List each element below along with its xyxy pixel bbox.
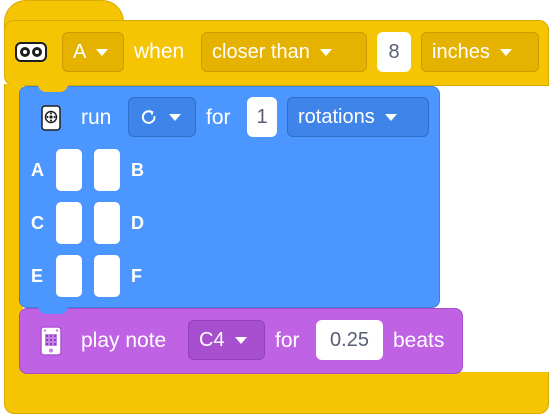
sound-block-notch	[38, 306, 68, 314]
port-slot-e[interactable]	[56, 255, 82, 297]
condition-value: closer than	[212, 40, 310, 63]
port-label-e: E	[31, 266, 44, 286]
distance-unit-value: inches	[432, 40, 490, 63]
chevron-down-icon	[96, 48, 109, 56]
motor-unit-value: rotations	[298, 105, 375, 128]
for-label: for	[206, 106, 231, 129]
event-block-foot	[4, 372, 549, 414]
sensor-port-value: A	[73, 40, 87, 63]
chevron-down-icon	[234, 336, 247, 344]
play-note-label: play note	[81, 329, 167, 352]
motor-block-notch	[38, 84, 68, 92]
clockwise-arrow-icon	[139, 107, 159, 127]
beats-input[interactable]: 0.25	[316, 320, 383, 360]
distance-unit-dropdown[interactable]: inches	[421, 32, 539, 72]
sound-for-label: for	[275, 329, 300, 352]
port-label-b: B	[131, 160, 144, 180]
chevron-down-icon	[499, 48, 512, 56]
when-label: when	[134, 40, 185, 63]
run-label: run	[81, 106, 112, 129]
port-label-d: D	[131, 213, 144, 233]
chevron-down-icon	[384, 113, 397, 121]
note-value: C4	[199, 328, 225, 351]
port-slot-c[interactable]	[56, 202, 82, 244]
chevron-down-icon	[319, 48, 332, 56]
sensor-port-dropdown[interactable]: A	[62, 32, 124, 72]
port-label-f: F	[131, 266, 142, 286]
rotation-amount-input[interactable]: 1	[247, 97, 277, 137]
distance-input[interactable]: 8	[377, 32, 411, 72]
direction-dropdown[interactable]	[128, 97, 196, 137]
port-slot-d[interactable]	[94, 202, 120, 244]
motor-unit-dropdown[interactable]: rotations	[287, 97, 429, 137]
hub-icon	[38, 325, 64, 357]
note-dropdown[interactable]: C4	[188, 320, 265, 360]
condition-dropdown[interactable]: closer than	[201, 32, 367, 72]
port-slot-f[interactable]	[94, 255, 120, 297]
chevron-down-icon	[169, 113, 181, 121]
port-label-a: A	[31, 160, 44, 180]
beats-label: beats	[393, 329, 445, 352]
port-slot-a[interactable]	[56, 149, 82, 191]
motor-icon	[38, 104, 64, 132]
port-label-c: C	[31, 213, 44, 233]
port-slot-b[interactable]	[94, 149, 120, 191]
distance-sensor-icon	[14, 38, 48, 66]
